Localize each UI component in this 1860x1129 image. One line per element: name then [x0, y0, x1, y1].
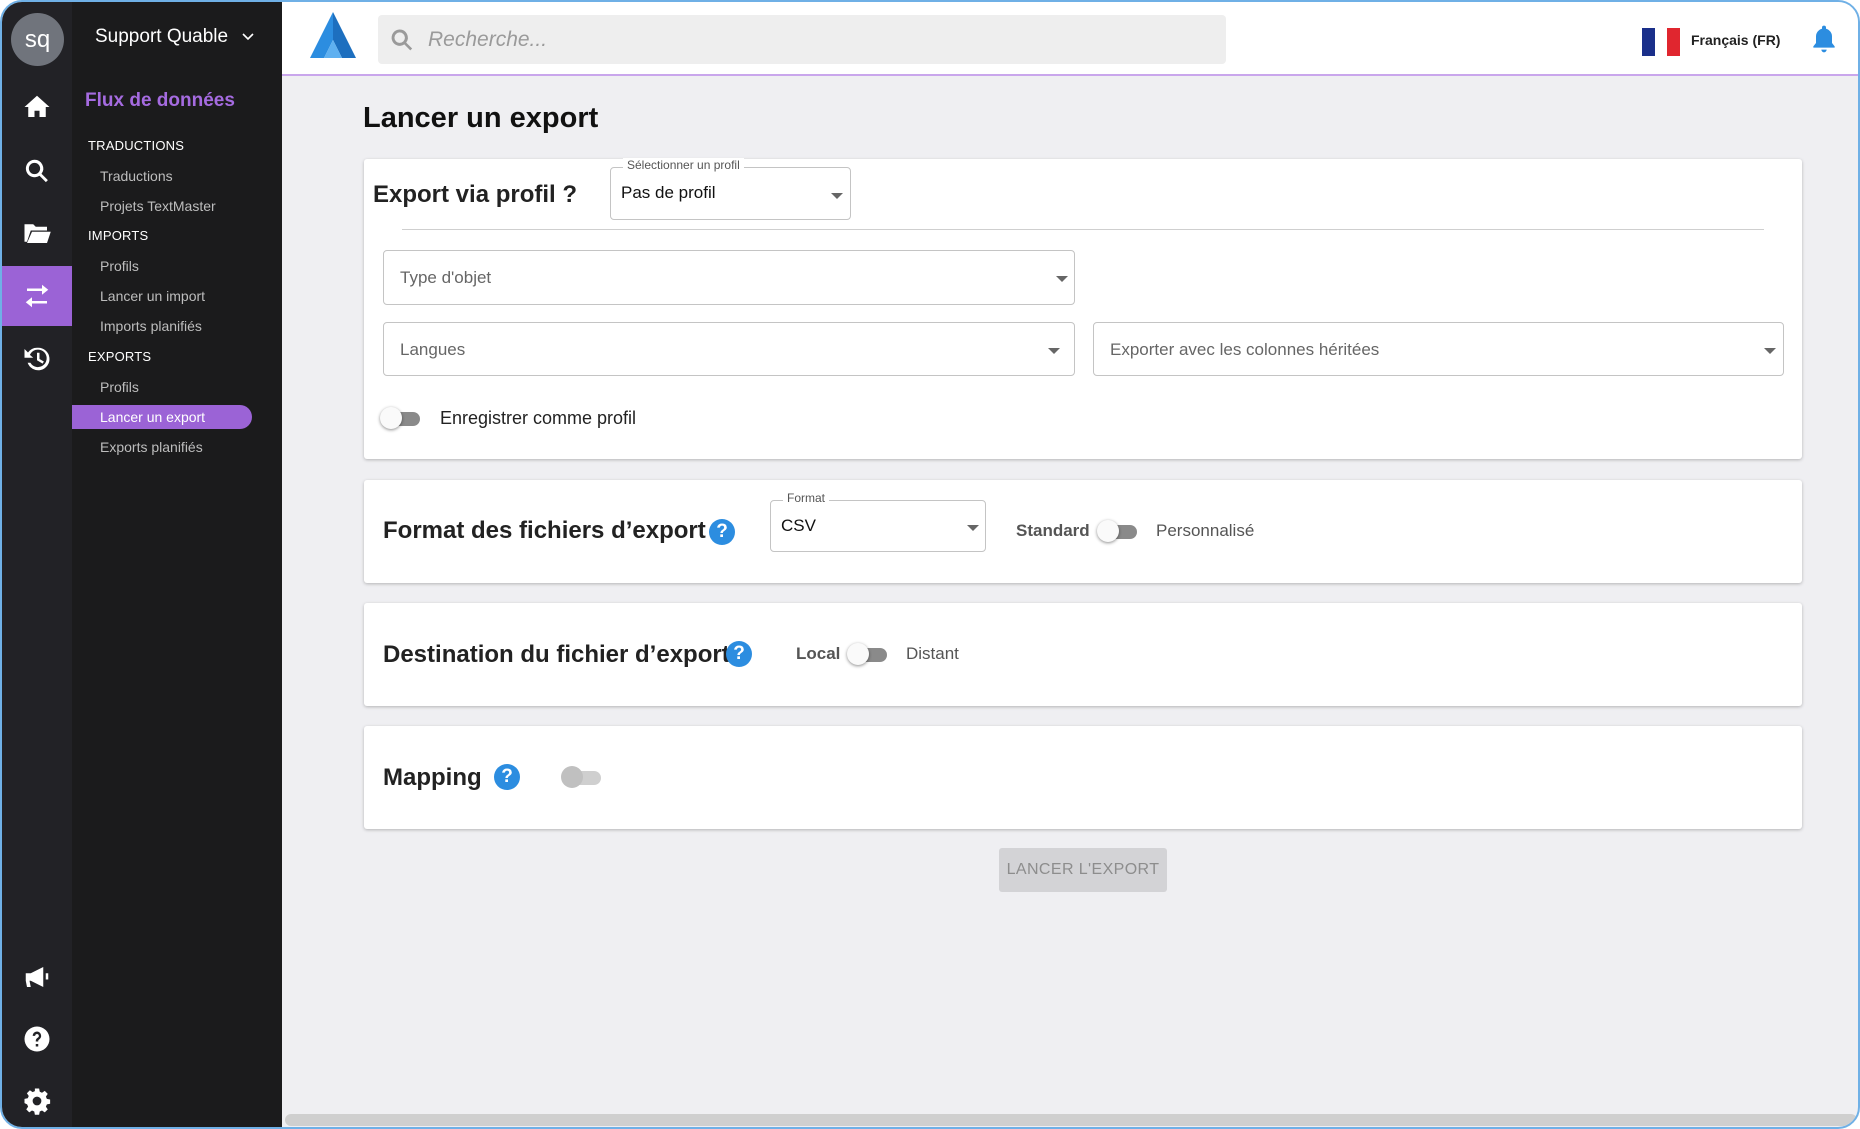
format-select-label: Format — [783, 491, 830, 505]
app-window: sq Support Quable Flux de données TRADUC… — [0, 0, 1860, 1129]
help-icon[interactable]: ? — [726, 641, 752, 667]
search-icon — [391, 29, 413, 51]
destination-local-label: Local — [796, 644, 841, 663]
section-title: Flux de données — [85, 90, 235, 111]
format-standard-label: Standard — [1016, 521, 1090, 540]
help-circle-icon[interactable] — [2, 1009, 72, 1069]
mapping-card: Mapping ? — [364, 726, 1802, 829]
language-selector[interactable]: Français (FR) — [1691, 32, 1780, 48]
org-name[interactable]: Support Quable — [95, 26, 228, 48]
profile-heading: Export via profil ? — [373, 181, 578, 208]
format-select[interactable]: Format CSV — [770, 491, 986, 552]
caret-down-icon — [831, 193, 843, 199]
page-title: Lancer un export — [363, 102, 599, 134]
secondary-sidebar: Support Quable Flux de données TRADUCTIO… — [72, 2, 282, 1127]
flag-fr-icon[interactable] — [1642, 28, 1681, 56]
sidebar-item-imports-planifies[interactable]: Imports planifiés — [100, 318, 202, 334]
sidebar-item-projets-textmaster[interactable]: Projets TextMaster — [100, 198, 216, 214]
sidebar-item-traductions[interactable]: Traductions — [100, 168, 173, 184]
format-mode-toggle[interactable] — [1097, 518, 1137, 544]
chevron-down-icon[interactable] — [240, 28, 256, 44]
destination-remote-label: Distant — [906, 644, 959, 663]
icon-rail: sq — [2, 2, 72, 1127]
sidebar-item-export-profils[interactable]: Profils — [100, 379, 139, 395]
sidebar-item-lancer-export[interactable]: Lancer un export — [72, 405, 252, 429]
mapping-toggle[interactable] — [561, 764, 601, 790]
avatar[interactable]: sq — [11, 13, 64, 66]
languages-placeholder: Langues — [400, 340, 466, 359]
sidebar-section-label: EXPORTS — [88, 349, 152, 364]
sidebar-item-exports-planifies[interactable]: Exports planifiés — [100, 439, 203, 455]
object-type-select[interactable]: Type d'objet — [383, 250, 1075, 305]
horizontal-scrollbar[interactable] — [285, 1114, 1857, 1126]
inherited-columns-select[interactable]: Exporter avec les colonnes héritées — [1093, 322, 1784, 376]
destination-toggle[interactable] — [847, 641, 887, 667]
destination-card: Destination du fichier d’export ? Local … — [364, 603, 1802, 706]
divider — [402, 229, 1764, 230]
transfer-icon[interactable] — [2, 266, 72, 326]
sidebar-item-import-profils[interactable]: Profils — [100, 258, 139, 274]
format-card: Format des fichiers d’export : ? Format … — [364, 480, 1802, 583]
home-icon[interactable] — [2, 77, 72, 137]
folder-open-icon[interactable] — [2, 203, 72, 263]
search-bar[interactable] — [378, 15, 1226, 64]
app-logo[interactable] — [304, 10, 362, 62]
inherited-columns-placeholder: Exporter avec les colonnes héritées — [1110, 340, 1380, 359]
search-icon[interactable] — [2, 141, 72, 201]
caret-down-icon — [967, 525, 979, 531]
sidebar-item-lancer-import[interactable]: Lancer un import — [100, 288, 205, 304]
save-profile-toggle[interactable] — [380, 405, 420, 431]
mapping-heading: Mapping — [383, 764, 482, 791]
top-bar: Français (FR) — [282, 2, 1858, 76]
launch-export-button[interactable]: LANCER L'EXPORT — [999, 848, 1167, 892]
destination-heading: Destination du fichier d’export — [383, 641, 730, 668]
search-input[interactable] — [428, 15, 1208, 64]
profile-select-value: Pas de profil — [621, 183, 716, 202]
languages-select[interactable]: Langues — [383, 322, 1075, 376]
object-type-placeholder: Type d'objet — [400, 268, 492, 287]
help-icon[interactable]: ? — [709, 519, 735, 545]
sidebar-section-label: TRADUCTIONS — [88, 138, 185, 153]
bell-icon[interactable] — [1808, 22, 1840, 56]
megaphone-icon[interactable] — [2, 947, 72, 1007]
format-select-value: CSV — [781, 516, 816, 535]
save-profile-label: Enregistrer comme profil — [440, 408, 637, 428]
history-icon[interactable] — [2, 329, 72, 389]
format-heading: Format des fichiers d’export : — [383, 517, 721, 544]
gear-icon[interactable] — [2, 1071, 72, 1127]
help-icon[interactable]: ? — [494, 764, 520, 790]
caret-down-icon — [1056, 276, 1068, 282]
profile-select-label: Sélectionner un profil — [623, 158, 744, 172]
caret-down-icon — [1048, 348, 1060, 354]
caret-down-icon — [1764, 348, 1776, 354]
sidebar-section-label: IMPORTS — [88, 228, 149, 243]
export-settings-card: Export via profil ? Sélectionner un prof… — [364, 158, 1802, 459]
profile-select[interactable]: Sélectionner un profil Pas de profil — [610, 158, 851, 220]
format-custom-label: Personnalisé — [1156, 521, 1255, 540]
